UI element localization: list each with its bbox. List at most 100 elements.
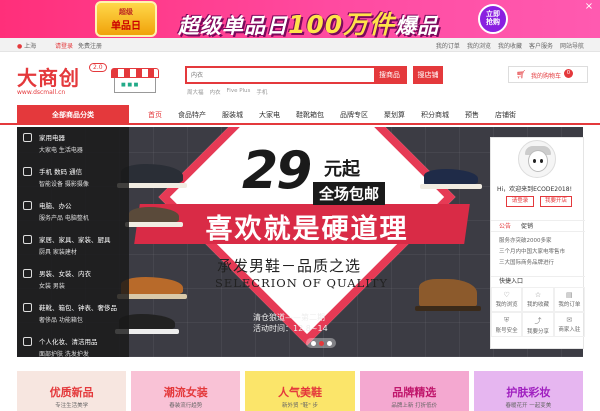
quick-link-history[interactable]: ♡ 我的浏览	[491, 287, 523, 312]
tab-announcements[interactable]: 公告	[499, 221, 511, 231]
nav-item-appliance[interactable]: 大家电	[251, 105, 288, 125]
hero-price-suffix: 元起	[324, 159, 360, 180]
star-icon: ☆	[534, 291, 542, 299]
quick-link-label: 商家入驻	[558, 327, 581, 333]
close-icon[interactable]: ×	[584, 2, 594, 12]
nav-item-brands[interactable]: 品牌专区	[332, 105, 376, 125]
orders-icon: ▤	[566, 291, 573, 299]
panel-login-button[interactable]: 请登录	[506, 196, 534, 207]
news-item[interactable]: 服务亦突破2000多家	[499, 236, 565, 247]
nav-items: 首页 食品特产 服装城 大家电 鞋靴箱包 品牌专区 聚划算 积分商城 预售 店铺…	[140, 105, 524, 125]
hotword[interactable]: 周大福	[187, 88, 204, 96]
nav-item-home[interactable]: 首页	[140, 105, 170, 125]
shoe-image	[420, 167, 482, 189]
quick-link-share[interactable]: ⤴ 我要分享	[522, 312, 554, 337]
promo-card-new[interactable]: 优质新品 专注生活美学	[17, 371, 127, 411]
promo-card-women[interactable]: 潮流女装 春装流行趋势	[131, 371, 241, 411]
category-title: 家用电器	[39, 134, 65, 142]
promo-card-sub: 品牌上新 打折低价	[391, 403, 438, 409]
hotword[interactable]: 内衣	[210, 88, 221, 96]
notice-tabs: 公告 促销	[491, 220, 585, 232]
hotword[interactable]: 手机	[256, 88, 267, 96]
site-logo[interactable]: 大商创 2.0 www.dscmall.cn	[17, 62, 107, 96]
promo-cards: 优质新品 专注生活美学 潮流女装 春装流行趋势 人气美鞋 新外贸 "鞋" 步 品…	[17, 371, 584, 411]
my-favorites-link[interactable]: 我的收藏	[498, 41, 522, 50]
quick-link-security[interactable]: ⛨ 账号安全	[491, 312, 523, 337]
category-title: 手机 数码 通信	[39, 168, 83, 176]
category-title: 电脑、办公	[39, 202, 72, 210]
promo-card-brands[interactable]: 品牌精选 品牌上新 打折低价	[359, 371, 469, 411]
promo-cta-button[interactable]: 立即 抢购	[478, 4, 508, 34]
mail-icon: ✉	[566, 316, 573, 324]
nav-item-stores[interactable]: 店铺街	[487, 105, 524, 125]
category-item-phones[interactable]: 手机 数码 通信 智能设备 摄影摄像	[17, 161, 129, 195]
cart-button[interactable]: 🛒︎ 我的购物车 0	[508, 66, 588, 83]
hero-clearance-line2: 活动时间：12.8~14	[253, 324, 328, 333]
news-item[interactable]: 三个月内中国大家电零售市	[499, 247, 565, 258]
category-item-appliances[interactable]: 家用电器 大家电 生活电器	[17, 127, 129, 161]
cart-count-badge: 0	[564, 69, 573, 78]
register-link[interactable]: 免费注册	[78, 41, 102, 50]
category-item-apparel[interactable]: 男装、女装、内衣 女装 男装	[17, 263, 129, 297]
hotword[interactable]: Five Plus	[227, 88, 251, 96]
category-item-shoes-bags[interactable]: 鞋靴、箱包、钟表、奢侈品 奢侈品 功能箱包	[17, 297, 129, 331]
quick-link-orders[interactable]: ▤ 我的订单	[553, 287, 585, 312]
nav-item-group-buy[interactable]: 聚划算	[376, 105, 413, 125]
avatar-eye	[533, 159, 536, 163]
location-selector[interactable]: ● 上海	[17, 41, 36, 50]
avatar-eye	[540, 159, 543, 163]
my-history-link[interactable]: 我的浏览	[467, 41, 491, 50]
quick-link-label: 账号安全	[495, 328, 518, 334]
promo-card-beauty[interactable]: 护肤彩妆 春暖花开 一起变美	[473, 371, 584, 411]
nav-item-points-mall[interactable]: 积分商城	[413, 105, 457, 125]
category-item-computers[interactable]: 电脑、办公 服务产品 电脑整机	[17, 195, 129, 229]
quick-link-favorites[interactable]: ☆ 我的收藏	[522, 287, 554, 312]
all-categories-button[interactable]: 全部商品分类	[17, 105, 129, 125]
store-icon: ■ ■ ■	[111, 68, 159, 96]
avatar[interactable]	[518, 140, 556, 178]
open-store-button[interactable]: 我要开店	[540, 196, 572, 207]
logo-version: 2.0	[89, 63, 107, 72]
my-orders-link[interactable]: 我的订单	[436, 41, 460, 50]
category-title: 家居、家具、家装、厨具	[39, 236, 111, 244]
promo-card-shoes[interactable]: 人气美鞋 新外贸 "鞋" 步	[245, 371, 355, 411]
location-pin-icon: ●	[17, 43, 23, 50]
quick-link-merchant[interactable]: ✉ 商家入驻	[553, 312, 585, 337]
search-store-button[interactable]: 搜店铺	[413, 66, 443, 84]
quick-link-label: 我的订单	[558, 302, 581, 308]
top-utility-bar: ● 上海 请登录 免费注册 我的订单 我的浏览 我的收藏 客户服务 网站导航	[0, 38, 600, 52]
carousel-dot[interactable]	[326, 340, 332, 346]
nav-item-shoes-bags[interactable]: 鞋靴箱包	[288, 105, 332, 125]
news-list: 服务亦突破2000多家 三个月内中国大家电零售市 三大国际商务品牌进行	[499, 236, 565, 269]
logo-text: 大商创	[17, 66, 80, 90]
tab-promotions[interactable]: 促销	[521, 221, 533, 231]
category-title: 个人化妆、清洁用品	[39, 338, 98, 346]
promo-title-highlight: 100万件	[288, 10, 396, 38]
nav-item-clothing[interactable]: 服装城	[214, 105, 251, 125]
promo-card-title: 人气美鞋	[278, 386, 322, 399]
nav-item-food[interactable]: 食品特产	[170, 105, 214, 125]
nav-item-presale[interactable]: 预售	[457, 105, 487, 125]
search-input[interactable]	[187, 68, 375, 82]
store-awning	[111, 68, 159, 78]
category-item-home[interactable]: 家居、家具、家装、厨具 厨具 家装建材	[17, 229, 129, 263]
customer-service-link[interactable]: 客户服务	[529, 41, 553, 50]
site-nav-link[interactable]: 网站导航	[560, 41, 584, 50]
hero-slogan: 喜欢就是硬道理	[205, 214, 409, 245]
hero-english-tagline: SELECRION OF QUALITY	[215, 276, 389, 290]
search-goods-button[interactable]: 搜商品	[374, 66, 405, 84]
cart-icon: 🛒︎	[516, 70, 527, 79]
quick-link-label: 我的收藏	[526, 302, 549, 308]
category-sub: 服务产品 电脑整机	[39, 215, 89, 222]
location-label: 上海	[24, 43, 37, 50]
news-item[interactable]: 三大国际商务品牌进行	[499, 258, 565, 269]
user-panel: Hi，欢迎来到ECODE2018! 请登录 我要开店 公告 促销 服务亦突破20…	[490, 137, 585, 349]
history-icon: ♡	[503, 291, 510, 299]
carousel-dot-active[interactable]	[318, 340, 324, 346]
category-item-cosmetics[interactable]: 个人化妆、清洁用品 面部护肤 洗发护发	[17, 331, 129, 365]
promo-card-title: 品牌精选	[392, 386, 437, 399]
promo-banner[interactable]: 超级 单品日 超级单品日100万件爆品 立即 抢购 ×	[0, 0, 600, 38]
clothing-icon	[23, 269, 32, 278]
login-link[interactable]: 请登录	[55, 41, 73, 50]
carousel-dot[interactable]	[310, 340, 316, 346]
